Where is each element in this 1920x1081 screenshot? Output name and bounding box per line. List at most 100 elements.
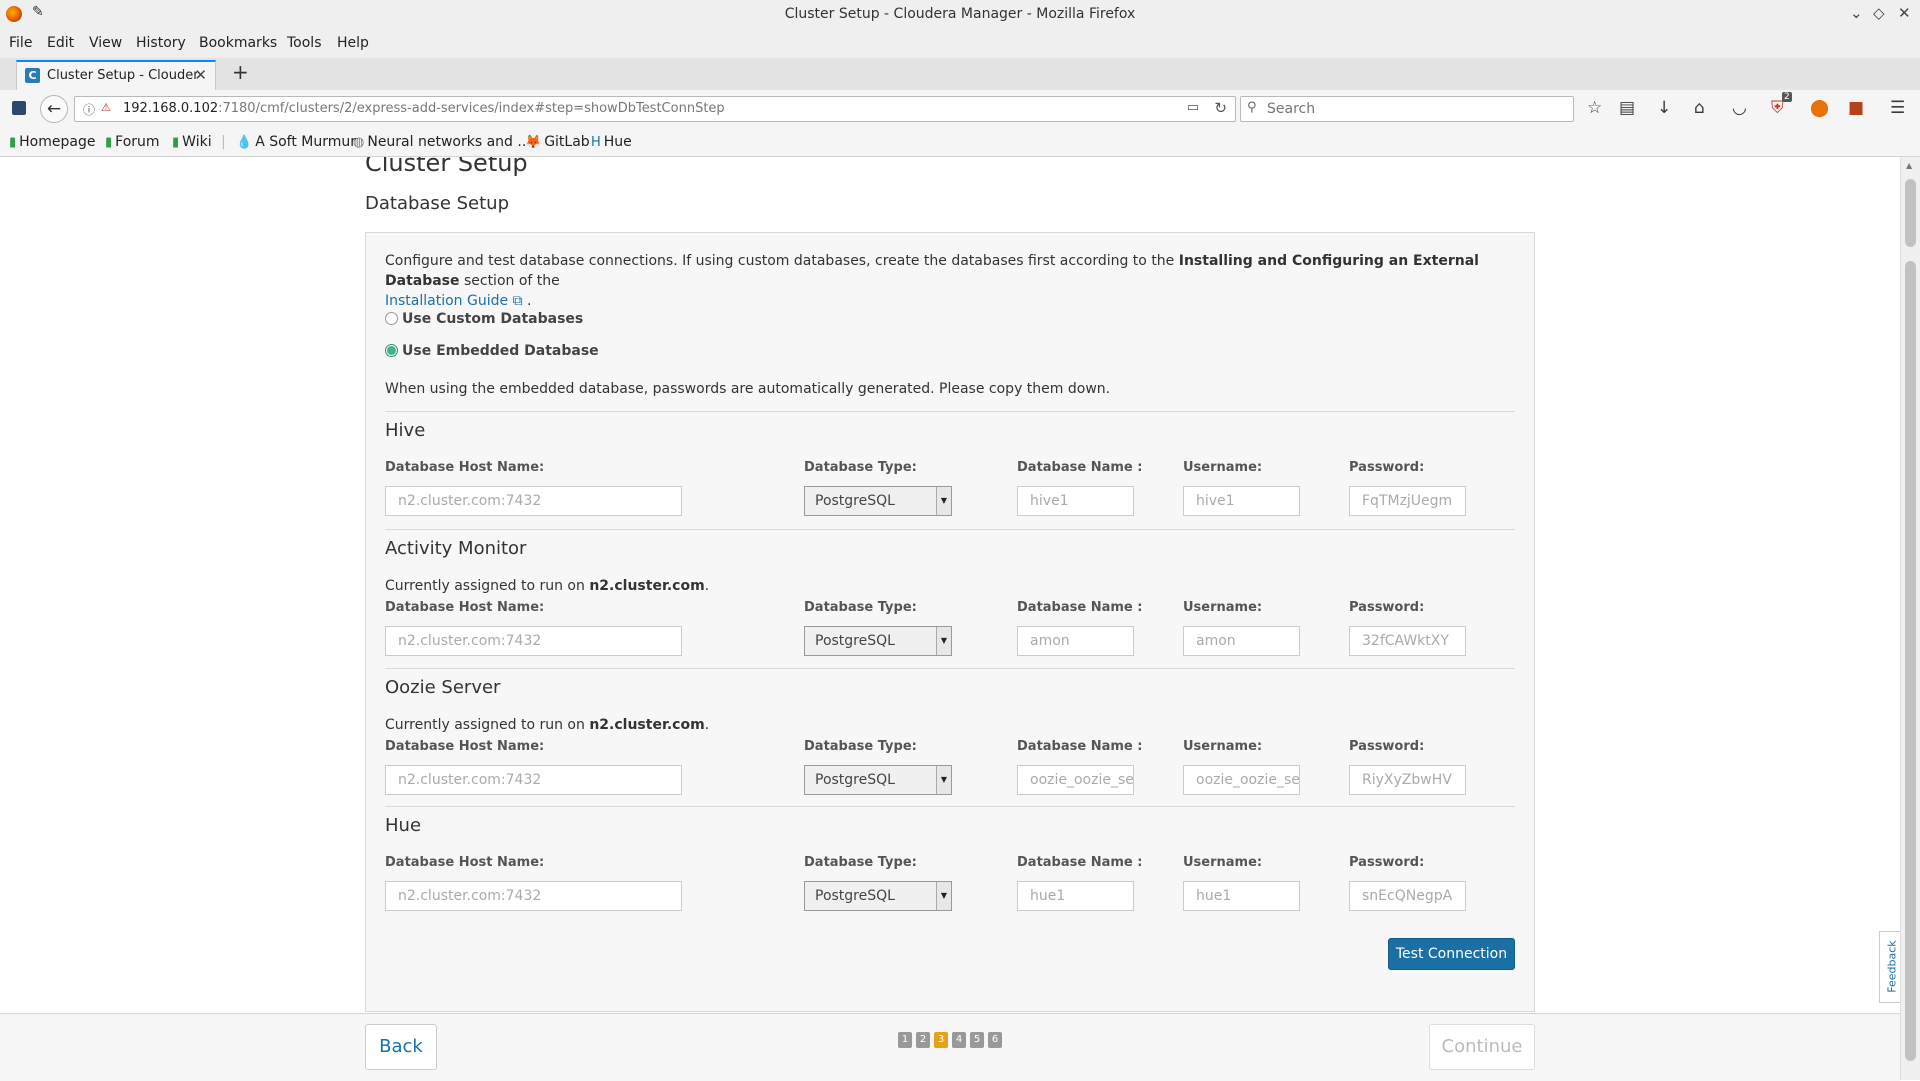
assigned-prefix: Currently assigned to run on [385, 717, 590, 733]
radio-custom-databases[interactable]: Use Custom Databases [385, 311, 583, 327]
tab-label: Cluster Setup - Cloudera [47, 68, 197, 83]
intro-text-after: section of the [459, 273, 560, 289]
username-input[interactable]: hue1 [1183, 881, 1300, 911]
bookmark-a-soft-murmur[interactable]: 💧 A Soft Murmur [236, 134, 356, 150]
back-button[interactable]: Back [365, 1024, 437, 1070]
bookmark-wiki[interactable]: ▮ Wiki [172, 134, 212, 150]
step-4[interactable]: 4 [952, 1032, 966, 1048]
password-label: Password: [1349, 600, 1425, 615]
download-icon[interactable]: ↓ [1657, 98, 1671, 118]
bookmark-hue[interactable]: H Hue [591, 134, 632, 150]
back-arrow-icon[interactable]: ← [40, 95, 68, 123]
insecure-lock-icon[interactable]: ⚠ [101, 101, 111, 114]
bookmark-homepage[interactable]: ▮ Homepage [9, 134, 95, 150]
bookmark-label: A Soft Murmur [255, 134, 357, 150]
menu-view[interactable]: View [89, 35, 122, 51]
section-heading: Activity Monitor [385, 538, 527, 559]
password-input[interactable]: 32fCAWktXY [1349, 626, 1466, 656]
radio-custom-dot[interactable] [385, 312, 398, 325]
bookmark-forum[interactable]: ▮ Forum [105, 134, 160, 150]
menu-file[interactable]: File [9, 35, 32, 51]
hamburger-menu-icon[interactable]: ☰ [1890, 98, 1905, 118]
scrollbar-thumb[interactable] [1905, 261, 1916, 1061]
search-box[interactable]: ⚲ [1240, 96, 1574, 122]
menu-edit[interactable]: Edit [47, 35, 74, 51]
tab-cluster-setup[interactable]: C Cluster Setup - Cloudera ✕ [16, 60, 216, 90]
menu-history[interactable]: History [136, 35, 186, 51]
db-type-value: PostgreSQL [815, 493, 895, 509]
search-input[interactable] [1265, 100, 1569, 118]
db-type-select[interactable]: PostgreSQL ▼ [804, 486, 952, 516]
test-connection-button[interactable]: Test Connection [1388, 938, 1515, 970]
scrollbar-thumb-upper[interactable] [1905, 179, 1916, 247]
assigned-prefix: Currently assigned to run on [385, 578, 590, 594]
maximize-icon[interactable]: ◇ [1873, 4, 1885, 22]
dropdown-arrow-icon[interactable]: ▼ [936, 627, 951, 655]
dropdown-arrow-icon[interactable]: ▼ [936, 766, 951, 794]
bookmark-gitlab[interactable]: 🦊 GitLab [525, 134, 590, 150]
window-title: Cluster Setup - Cloudera Manager - Mozil… [784, 6, 1136, 22]
host-input[interactable]: n2.cluster.com:7432 [385, 765, 682, 795]
info-icon[interactable]: ⓘ [83, 101, 95, 118]
dbname-input[interactable]: oozie_oozie_serv [1017, 765, 1134, 795]
db-type-select[interactable]: PostgreSQL ▼ [804, 765, 952, 795]
radio-embedded-dot[interactable] [385, 344, 398, 357]
step-1[interactable]: 1 [898, 1032, 912, 1048]
bookmark-neural-networks[interactable]: ◍ Neural networks and ... [353, 134, 531, 150]
menu-bookmarks[interactable]: Bookmarks [199, 35, 277, 51]
close-tab-icon[interactable]: ✕ [194, 66, 207, 84]
dbname-input[interactable]: hue1 [1017, 881, 1134, 911]
password-label: Password: [1349, 460, 1425, 475]
url-bar[interactable]: ⓘ ⚠ 192.168.0.102:7180/cmf/clusters/2/ex… [74, 96, 1236, 122]
radio-embedded-database[interactable]: Use Embedded Database [385, 343, 599, 359]
close-window-icon[interactable]: ✕ [1898, 4, 1911, 22]
password-label: Password: [1349, 855, 1425, 870]
dbname-label: Database Name : [1017, 600, 1143, 615]
password-input[interactable]: snEcQNegpA [1349, 881, 1466, 911]
ublock-icon[interactable]: ⛨ 2 [1771, 92, 1792, 118]
db-type-select[interactable]: PostgreSQL ▼ [804, 626, 952, 656]
menu-help[interactable]: Help [337, 35, 369, 51]
host-input[interactable]: n2.cluster.com:7432 [385, 881, 682, 911]
host-input[interactable]: n2.cluster.com:7432 [385, 486, 682, 516]
password-input[interactable]: RiyXyZbwHV [1349, 765, 1466, 795]
installation-guide-link[interactable]: Installation Guide ⧉ [385, 293, 523, 309]
hue-icon: H [591, 135, 601, 150]
dropdown-arrow-icon[interactable]: ▼ [936, 487, 951, 515]
host-input[interactable]: n2.cluster.com:7432 [385, 626, 682, 656]
scroll-up-icon[interactable]: ▲ [1906, 161, 1912, 170]
url-text[interactable]: 192.168.0.102:7180/cmf/clusters/2/expres… [123, 101, 725, 116]
step-3-current[interactable]: 3 [934, 1032, 948, 1048]
dbname-input[interactable]: hive1 [1017, 486, 1134, 516]
new-tab-icon[interactable]: + [232, 60, 249, 84]
pocket-icon[interactable]: ◡ [1732, 98, 1747, 118]
db-type-select[interactable]: PostgreSQL ▼ [804, 881, 952, 911]
feedback-tab[interactable]: Feedback [1879, 931, 1901, 1003]
reader-view-icon[interactable]: ▭ [1187, 100, 1199, 115]
step-5[interactable]: 5 [970, 1032, 984, 1048]
dbname-label: Database Name : [1017, 855, 1143, 870]
external-link-icon: ⧉ [512, 293, 523, 309]
step-2[interactable]: 2 [916, 1032, 930, 1048]
username-input[interactable]: amon [1183, 626, 1300, 656]
bookmark-star-icon[interactable]: ☆ [1587, 98, 1602, 118]
sidebar-icon[interactable] [12, 101, 26, 115]
radio-embedded-label: Use Embedded Database [402, 343, 599, 359]
reload-icon[interactable]: ↻ [1214, 99, 1227, 117]
dbname-input[interactable]: amon [1017, 626, 1134, 656]
page-scrollbar[interactable]: ▲ [1900, 157, 1920, 1080]
password-input[interactable]: FqTMzjUegm [1349, 486, 1466, 516]
continue-button[interactable]: Continue [1429, 1024, 1535, 1070]
extension-icon[interactable]: ⬤ [1810, 98, 1829, 118]
dropdown-arrow-icon[interactable]: ▼ [936, 882, 951, 910]
addon-icon[interactable]: ■ [1848, 98, 1864, 118]
username-input[interactable]: oozie_oozie_serv [1183, 765, 1300, 795]
username-input[interactable]: hive1 [1183, 486, 1300, 516]
home-icon[interactable]: ⌂ [1694, 98, 1705, 118]
type-label: Database Type: [804, 460, 917, 475]
feedback-label: Feedback [1885, 940, 1899, 993]
menu-tools[interactable]: Tools [287, 35, 322, 51]
minimize-icon[interactable]: ⌄ [1850, 4, 1863, 22]
step-6[interactable]: 6 [988, 1032, 1002, 1048]
library-icon[interactable]: ▤ [1619, 98, 1635, 118]
